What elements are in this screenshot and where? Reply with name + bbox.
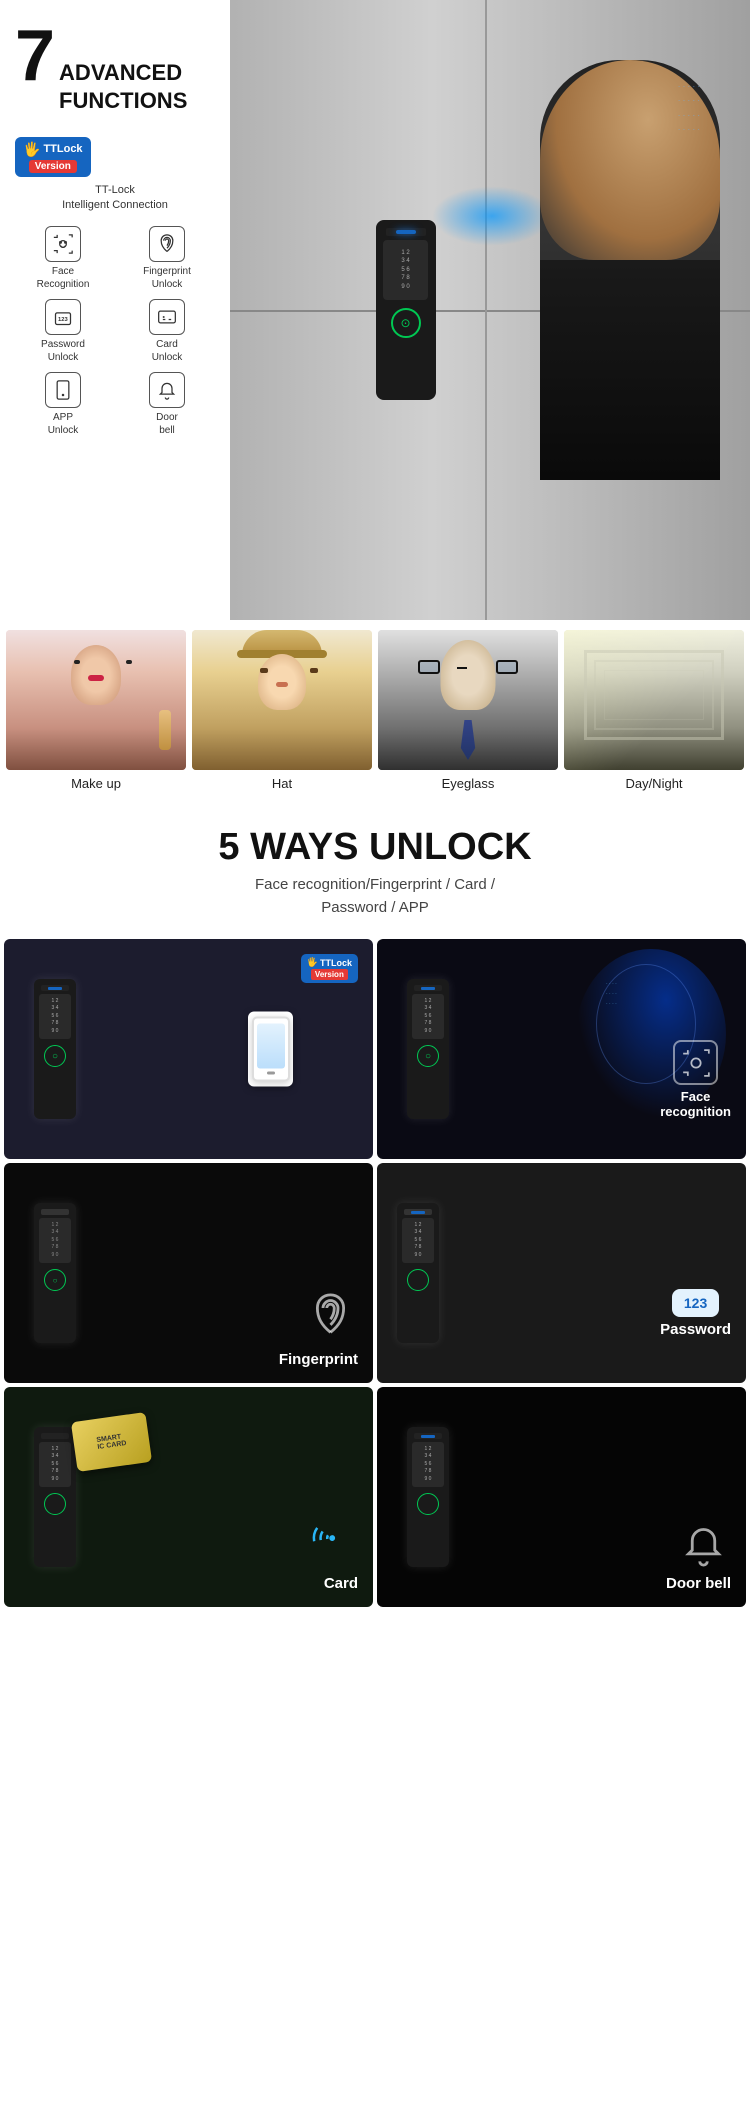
svg-text:123: 123 <box>58 317 68 323</box>
doorbell-label: Door bell <box>156 411 178 437</box>
password-label: Password Unlock <box>41 338 85 364</box>
password-cell-label: Password <box>660 1321 731 1338</box>
demo-label-hat: Hat <box>192 776 372 791</box>
demo-photo-hat <box>192 630 372 770</box>
blue-glow <box>432 186 552 246</box>
title-line1: ADVANCED <box>59 60 187 86</box>
lock-device: 1 23 45 67 89 0 ⊙ <box>376 220 436 400</box>
mini-lock-doorbell: 1 23 45 67 89 0 <box>407 1427 449 1567</box>
demo-photo-makeup <box>6 630 186 770</box>
feature-card: Card Unlock <box>119 299 215 364</box>
face-recognition-icon <box>45 226 81 262</box>
ttlock-label: TTLock <box>43 143 82 155</box>
unlock-cell-doorbell: 1 23 45 67 89 0 Door bell <box>377 1387 746 1607</box>
feature-face: Face Recognition <box>15 226 111 291</box>
app-unlock-label: APP Unlock <box>48 411 79 437</box>
demo-labels-row: Make up Hat Eyeglass Day/Night <box>0 770 750 791</box>
mini-lock-card: 1 23 45 67 89 0 <box>34 1427 76 1567</box>
demo-label-makeup: Make up <box>6 776 186 791</box>
number-7: 7 <box>15 20 55 92</box>
ways-unlock-title: 5 WAYS UNLOCK <box>0 826 750 869</box>
demo-photos-row <box>0 620 750 770</box>
section-advanced-functions: 7 ADVANCED FUNCTIONS 🖐️ TTLock Version T… <box>0 0 750 620</box>
card-label: Card Unlock <box>152 338 183 364</box>
mini-lock-face: 1 23 45 67 89 0 ○ <box>407 979 449 1119</box>
tt-description: TT-Lock Intelligent Connection <box>15 183 215 214</box>
smart-card-visual: SMARTIC CARD <box>71 1412 152 1472</box>
feature-password: 123 Password Unlock <box>15 299 111 364</box>
section-ways-unlock: 5 WAYS UNLOCK Face recognition/Fingerpri… <box>0 806 750 929</box>
mini-lock-fingerprint: 1 23 45 67 89 0 ○ <box>34 1203 76 1343</box>
section-face-demos: Make up Hat Eyeglass Day/Night <box>0 620 750 806</box>
mini-lock-password: 1 23 45 67 89 0 <box>397 1203 439 1343</box>
demo-photo-eyeglass <box>378 630 558 770</box>
hero-image: 1 23 45 67 89 0 ⊙ · · · · ·· · · · ·· · … <box>220 0 750 620</box>
unlock-cell-password: 1 23 45 67 89 0 123 Password <box>377 1163 746 1383</box>
unlock-cell-fingerprint: 1 23 45 67 89 0 ○ Fingerprint <box>4 1163 373 1383</box>
unlock-cell-face: 1 23 45 67 89 0 ○ · · · ·· · · ·· · · · … <box>377 939 746 1159</box>
doorbell-cell-label: Door bell <box>666 1575 731 1592</box>
features-panel: 7 ADVANCED FUNCTIONS 🖐️ TTLock Version T… <box>0 0 230 620</box>
card-icon <box>149 299 185 335</box>
demo-label-eyeglass: Eyeglass <box>378 776 558 791</box>
password-icon: 123 <box>45 299 81 335</box>
face-recognition-label: Face Recognition <box>37 265 90 291</box>
app-icon <box>45 372 81 408</box>
feature-fingerprint: Fingerprint Unlock <box>119 226 215 291</box>
fingerprint-cell-icon <box>308 1293 353 1343</box>
ttlock-badge: 🖐️ TTLock Version <box>15 137 91 177</box>
feature-doorbell: Door bell <box>119 372 215 437</box>
password-cell-badge: 123 <box>672 1289 719 1317</box>
title-line2: FUNCTIONS <box>59 88 187 114</box>
card-wave-icon <box>309 1515 357 1570</box>
ways-unlock-subtitle: Face recognition/Fingerprint / Card / Pa… <box>0 874 750 919</box>
feature-app: APP Unlock <box>15 372 111 437</box>
mini-lock-app: 1 23 45 67 89 0 ○ <box>34 979 76 1119</box>
phone-icon <box>248 1012 293 1087</box>
face-recognition-cell-label: Facerecognition <box>660 1089 731 1119</box>
unlock-cell-card: 1 23 45 67 89 0 SMARTIC CARD Card <box>4 1387 373 1607</box>
fingerprint-icon <box>149 226 185 262</box>
unlock-methods-grid: 1 23 45 67 89 0 ○ 🖐️ TTLock Version <box>0 929 750 1611</box>
fingerprint-cell-label: Fingerprint <box>279 1351 358 1368</box>
features-grid: Face Recognition Fingerprint Unlock <box>15 226 215 437</box>
card-cell-label: Card <box>324 1575 358 1592</box>
doorbell-icon <box>149 372 185 408</box>
unlock-cell-app: 1 23 45 67 89 0 ○ 🖐️ TTLock Version <box>4 939 373 1159</box>
demo-label-daynight: Day/Night <box>564 776 744 791</box>
fingerprint-label: Fingerprint Unlock <box>143 265 191 291</box>
ttlock-badge-small: 🖐️ TTLock Version <box>301 954 358 983</box>
version-label: Version <box>29 160 77 173</box>
demo-photo-daynight <box>564 630 744 770</box>
